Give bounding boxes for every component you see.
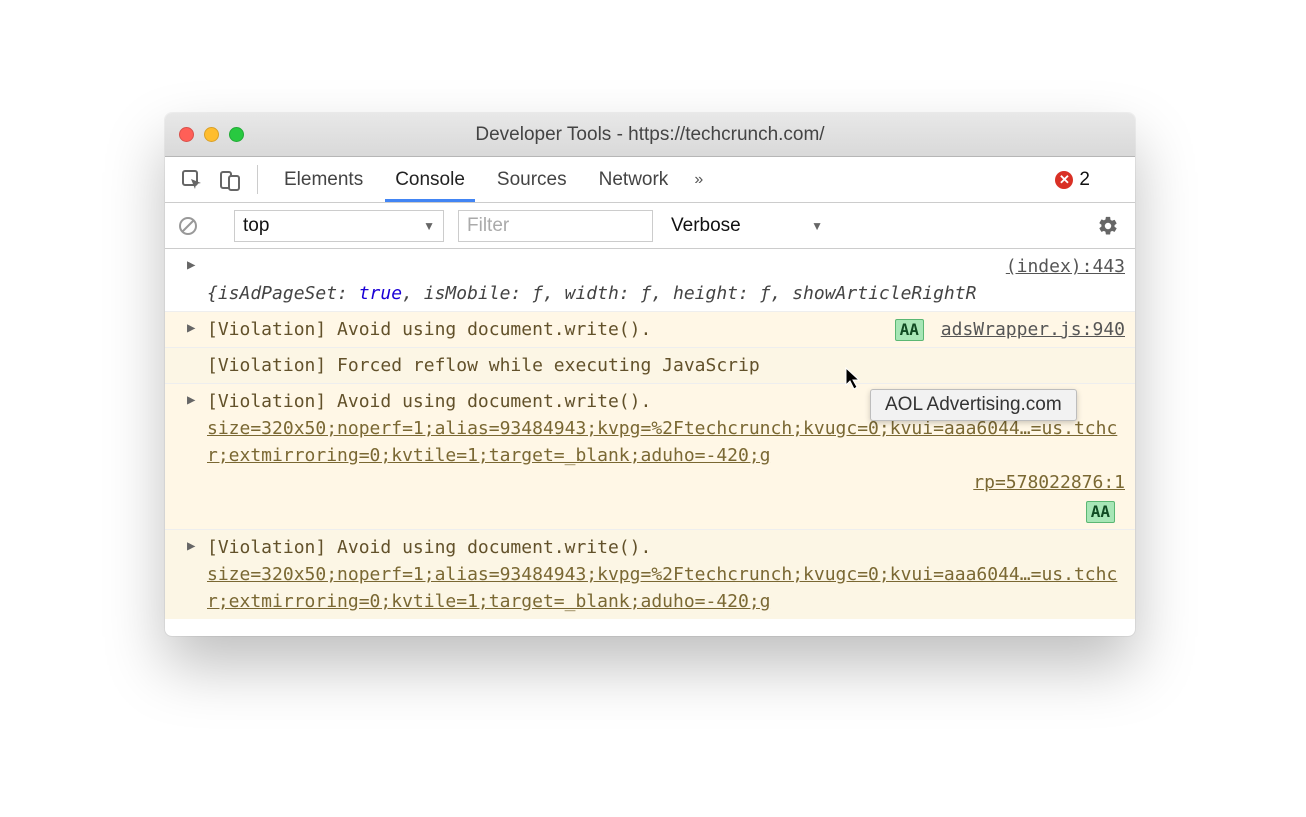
minimize-button[interactable] bbox=[204, 127, 219, 142]
traffic-lights bbox=[179, 127, 244, 142]
violation-text: [Violation] Forced reflow while executin… bbox=[187, 352, 1125, 379]
tab-network[interactable]: Network bbox=[583, 157, 685, 202]
tabs-overflow[interactable]: » bbox=[684, 171, 713, 189]
source-url-tail[interactable]: rp=578022876:1 bbox=[187, 469, 1125, 496]
tabs-list: Elements Console Sources Network » bbox=[268, 157, 713, 202]
console-row[interactable]: (index):443 ▶ {isAdPageSet: true, isMobi… bbox=[165, 249, 1135, 311]
source-url[interactable]: size=320x50;noperf=1;alias=93484943;kvpg… bbox=[187, 561, 1125, 615]
tab-elements[interactable]: Elements bbox=[268, 157, 379, 202]
context-select[interactable]: top ▼ bbox=[234, 210, 444, 242]
log-level-select[interactable]: Verbose ▼ bbox=[667, 210, 827, 242]
console-toolbar: top ▼ Verbose ▼ bbox=[165, 203, 1135, 249]
chevron-down-icon: ▼ bbox=[423, 219, 435, 233]
tab-console[interactable]: Console bbox=[379, 157, 481, 202]
error-icon: ✕ bbox=[1055, 171, 1073, 189]
console-row[interactable]: [Violation] Forced reflow while executin… bbox=[165, 347, 1135, 383]
console-row[interactable]: ▶ [Violation] Avoid using document.write… bbox=[165, 311, 1135, 347]
tool-icons bbox=[175, 157, 247, 202]
source-url[interactable]: size=320x50;noperf=1;alias=93484943;kvpg… bbox=[187, 415, 1125, 469]
devtools-window: Developer Tools - https://techcrunch.com… bbox=[165, 113, 1135, 636]
disclosure-triangle-icon[interactable]: ▶ bbox=[187, 536, 195, 557]
console-body: (index):443 ▶ {isAdPageSet: true, isMobi… bbox=[165, 249, 1135, 636]
violation-text: [Violation] Avoid using document.write()… bbox=[187, 319, 651, 340]
disclosure-triangle-icon[interactable]: ▶ bbox=[187, 318, 195, 339]
thirdparty-badge[interactable]: AA bbox=[895, 319, 924, 341]
device-toolbar-icon[interactable] bbox=[213, 157, 247, 202]
maximize-button[interactable] bbox=[229, 127, 244, 142]
disclosure-triangle-icon[interactable]: ▶ bbox=[187, 255, 195, 276]
clear-console-icon[interactable] bbox=[175, 213, 201, 239]
window-title: Developer Tools - https://techcrunch.com… bbox=[165, 124, 1135, 146]
disclosure-triangle-icon[interactable]: ▶ bbox=[187, 390, 195, 411]
console-row[interactable]: ▶ [Violation] Avoid using document.write… bbox=[165, 383, 1135, 529]
error-count: 2 bbox=[1079, 169, 1090, 191]
console-row[interactable]: ▶ [Violation] Avoid using document.write… bbox=[165, 529, 1135, 619]
chevron-down-icon: ▼ bbox=[811, 219, 823, 233]
close-button[interactable] bbox=[179, 127, 194, 142]
tab-sources[interactable]: Sources bbox=[481, 157, 583, 202]
context-value: top bbox=[243, 215, 269, 237]
error-counter[interactable]: ✕ 2 bbox=[1055, 157, 1125, 202]
inspect-element-icon[interactable] bbox=[175, 157, 209, 202]
console-object[interactable]: {isAdPageSet: true, isMobile: ƒ, width: … bbox=[187, 280, 1125, 307]
tabs-row: Elements Console Sources Network » ✕ 2 bbox=[165, 157, 1135, 203]
source-link[interactable]: (index):443 bbox=[1006, 253, 1125, 280]
log-level-value: Verbose bbox=[671, 215, 741, 237]
source-link[interactable]: adsWrapper.js:940 bbox=[941, 319, 1125, 340]
titlebar: Developer Tools - https://techcrunch.com… bbox=[165, 113, 1135, 157]
settings-icon[interactable] bbox=[1097, 215, 1125, 237]
filter-input[interactable] bbox=[458, 210, 653, 242]
violation-text: [Violation] Avoid using document.write()… bbox=[187, 388, 1125, 415]
violation-text: [Violation] Avoid using document.write()… bbox=[187, 534, 1125, 561]
thirdparty-badge[interactable]: AA bbox=[1086, 501, 1115, 523]
separator bbox=[257, 165, 258, 194]
